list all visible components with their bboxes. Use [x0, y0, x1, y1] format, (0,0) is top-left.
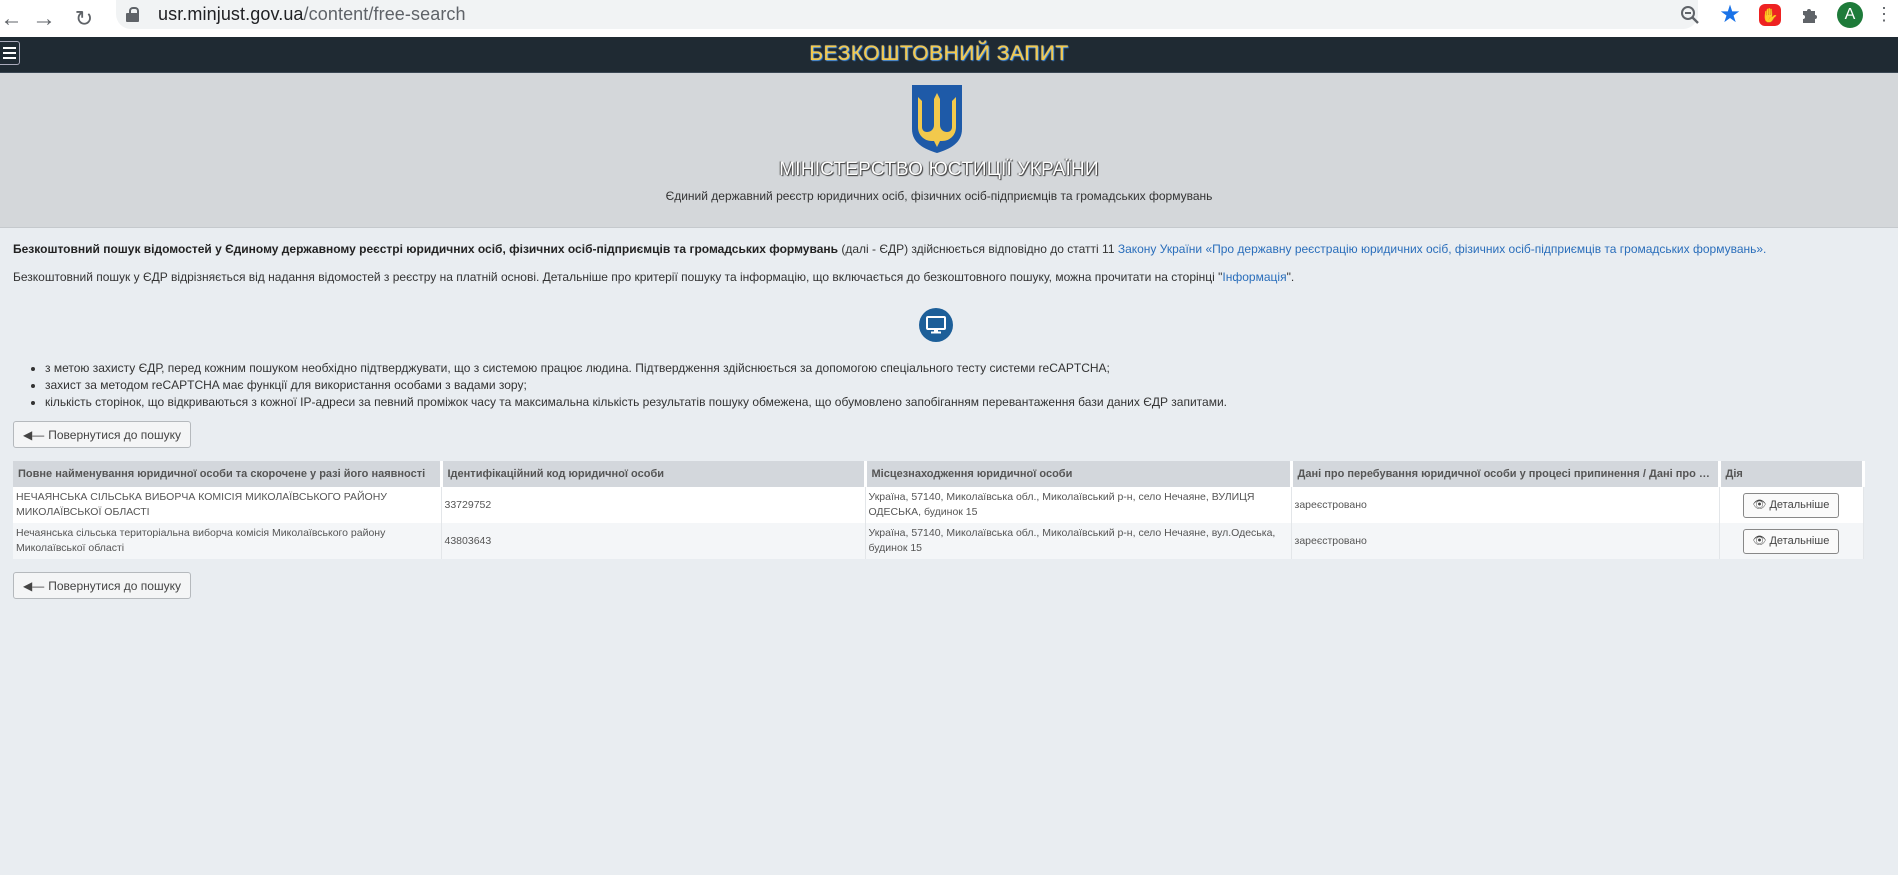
details-label: Детальніше — [1769, 498, 1830, 511]
site-navbar: БЕЗКОШТОВНИЙ ЗАПИТ — [0, 37, 1898, 73]
info-text-end: ". — [1286, 270, 1295, 284]
cell-code: 43803643 — [441, 523, 866, 559]
back-to-search-label: Повернутися до пошуку — [48, 578, 181, 593]
zoom-out-icon[interactable] — [1670, 0, 1710, 29]
arrow-left-icon: ◀— — [23, 578, 45, 593]
column-header-status[interactable]: Дані про перебування юридичної особи у п… — [1291, 461, 1721, 487]
column-header-action[interactable]: Дія — [1719, 461, 1865, 487]
captcha-info-list: з метою захисту ЄДР, перед кожним пошуко… — [45, 360, 1227, 411]
intro-paragraph: Безкоштовний пошук відомостей у Єдиному … — [13, 242, 1766, 256]
arrow-left-icon: ◀— — [23, 427, 45, 442]
trident-emblem-icon — [912, 85, 962, 153]
table-row: Нечаянська сільська територіальна виборч… — [13, 523, 1864, 559]
details-label: Детальніше — [1769, 534, 1830, 547]
law-link[interactable]: Закону України «Про державну реєстрацію … — [1118, 242, 1767, 256]
avatar[interactable]: A — [1837, 1, 1863, 28]
back-icon[interactable]: ← — [0, 0, 18, 37]
cell-action: 👁 Детальніше — [1719, 523, 1864, 559]
list-item: кількість сторінок, що відкриваються з к… — [45, 394, 1227, 411]
url-text[interactable]: usr.minjust.gov.ua/content/free-search — [158, 4, 466, 25]
table-row: НЕЧАЯНСЬКА СІЛЬСЬКА ВИБОРЧА КОМІСІЯ МИКО… — [13, 487, 1864, 523]
forward-icon[interactable]: → — [24, 0, 64, 37]
extensions-puzzle-icon[interactable] — [1790, 0, 1830, 29]
ministry-title: МІНІСТЕРСТВО ЮСТИЦІЇ УКРАЇНИ — [779, 159, 1099, 180]
cell-status: зареєстровано — [1291, 487, 1720, 523]
intro-bold-text: Безкоштовний пошук відомостей у Єдиному … — [13, 242, 838, 256]
list-item: з метою захисту ЄДР, перед кожним пошуко… — [45, 360, 1227, 377]
monitor-icon — [919, 308, 953, 342]
back-to-search-button[interactable]: ◀— Повернутися до пошуку — [13, 421, 191, 448]
cell-name: НЕЧАЯНСЬКА СІЛЬСЬКА ВИБОРЧА КОМІСІЯ МИКО… — [13, 487, 442, 523]
cell-name: Нечаянська сільська територіальна виборч… — [13, 523, 442, 559]
page-header: МІНІСТЕРСТВО ЮСТИЦІЇ УКРАЇНИ Єдиний держ… — [0, 73, 1898, 228]
list-item: захист за методом reCAPTCHA має функції … — [45, 377, 1227, 394]
address-bar[interactable]: usr.minjust.gov.ua/content/free-search — [116, 0, 1698, 29]
column-header-code[interactable]: Ідентифікаційний код юридичної особи — [441, 461, 867, 487]
cell-action: 👁 Детальніше — [1719, 487, 1864, 523]
cell-address: Україна, 57140, Миколаївська обл., Микол… — [865, 487, 1292, 523]
bookmark-star-icon[interactable]: ★ — [1710, 0, 1750, 29]
info-link[interactable]: Інформація — [1222, 270, 1286, 284]
lock-icon[interactable] — [126, 7, 140, 22]
column-header-address[interactable]: Місцезнаходження юридичної особи — [865, 461, 1293, 487]
intro-text: (далі - ЄДР) здійснюється відповідно до … — [838, 242, 1118, 256]
profile-avatar[interactable]: A — [1830, 0, 1870, 29]
table-header-row: Повне найменування юридичної особи та ск… — [13, 461, 1865, 487]
details-button[interactable]: 👁 Детальніше — [1742, 528, 1840, 554]
info-paragraph: Безкоштовний пошук у ЄДР відрізняється в… — [13, 270, 1294, 284]
reload-icon[interactable]: ↻ — [64, 0, 104, 37]
column-header-name[interactable]: Повне найменування юридичної особи та ск… — [13, 461, 443, 487]
cell-address: Україна, 57140, Миколаївська обл., Микол… — [865, 523, 1292, 559]
results-table: Повне найменування юридичної особи та ск… — [13, 461, 1865, 559]
browser-toolbar: ← → ↻ usr.minjust.gov.ua/content/free-se… — [0, 0, 1898, 37]
back-to-search-button-bottom[interactable]: ◀— Повернутися до пошуку — [13, 572, 191, 599]
chrome-menu-icon[interactable]: ⋮ — [1870, 0, 1898, 29]
details-button[interactable]: 👁 Детальніше — [1742, 492, 1840, 518]
cell-code: 33729752 — [441, 487, 866, 523]
registry-subtitle: Єдиний державний реєстр юридичних осіб, … — [665, 189, 1213, 203]
site-title: БЕЗКОШТОВНИЙ ЗАПИТ — [809, 42, 1069, 65]
eye-icon: 👁 — [1752, 534, 1767, 547]
eye-icon: 👁 — [1752, 498, 1767, 511]
cell-status: зареєстровано — [1291, 523, 1720, 559]
back-to-search-label: Повернутися до пошуку — [48, 427, 181, 442]
info-text: Безкоштовний пошук у ЄДР відрізняється в… — [13, 270, 1223, 284]
adblock-extension-icon[interactable]: ✋ — [1750, 0, 1790, 29]
